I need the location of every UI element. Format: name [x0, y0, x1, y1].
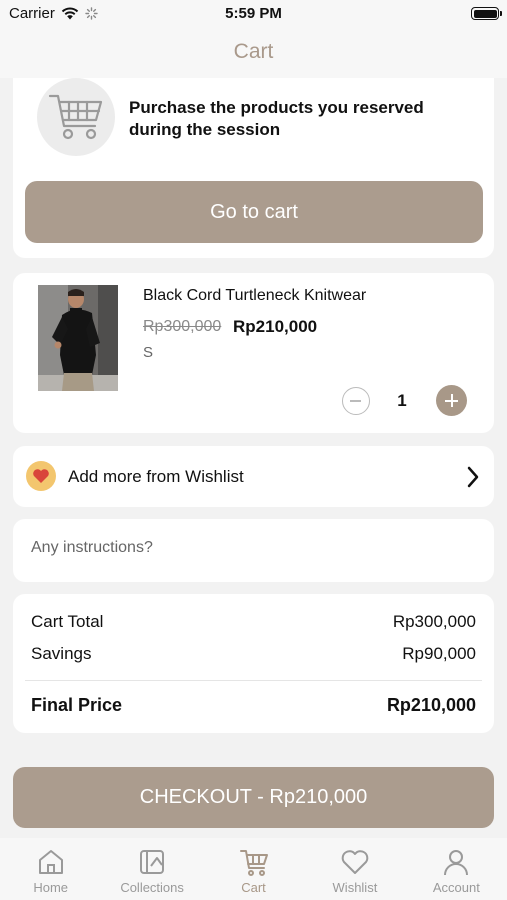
add-from-wishlist-row[interactable]: Add more from Wishlist — [13, 446, 494, 507]
cart-icon — [239, 850, 268, 876]
tab-bar: Home Collections Cart Wishlist Account — [0, 838, 507, 900]
person-icon — [444, 850, 469, 876]
collections-icon — [140, 850, 165, 874]
page-title: Cart — [233, 40, 274, 63]
final-price-value: Rp210,000 — [386, 695, 476, 715]
divider — [25, 680, 482, 681]
product-image[interactable] — [38, 285, 118, 391]
chevron-right-icon — [467, 466, 479, 488]
cart-total-row: Cart Total Rp300,000 — [31, 612, 476, 632]
product-size: S — [143, 344, 154, 361]
status-time: 5:59 PM — [225, 5, 282, 22]
tab-cart-label: Cart — [241, 880, 266, 895]
cart-total-label: Cart Total — [31, 612, 104, 631]
final-price-label: Final Price — [31, 695, 123, 715]
tab-account[interactable]: Account — [406, 838, 507, 900]
go-to-cart-button[interactable]: Go to cart — [25, 181, 483, 243]
tab-collections-label: Collections — [120, 880, 184, 895]
tab-home-label: Home — [33, 880, 69, 895]
price-summary: Cart Total Rp300,000 Savings Rp90,000 Fi… — [13, 594, 494, 733]
tab-collections[interactable]: Collections — [101, 838, 202, 900]
home-icon — [38, 850, 63, 874]
reserve-card: Purchase the products you reserved durin… — [13, 78, 494, 258]
wishlist-label: Add more from Wishlist — [68, 467, 244, 486]
status-bar: Carrier 5:59 PM — [0, 0, 507, 28]
tab-account-label: Account — [432, 880, 480, 895]
tab-wishlist[interactable]: Wishlist — [304, 838, 405, 900]
tab-home[interactable]: Home — [0, 838, 101, 900]
product-name[interactable]: Black Cord Turtleneck Knitwear — [143, 287, 366, 305]
cart-illustration-icon — [37, 78, 115, 156]
final-price-row: Final Price Rp210,000 — [31, 695, 476, 716]
tab-cart[interactable]: Cart — [203, 838, 304, 900]
cart-item-card: Black Cord Turtleneck Knitwear Rp300,000… — [13, 273, 494, 433]
savings-value: Rp90,000 — [402, 644, 476, 663]
reserve-message: Purchase the products you reserved durin… — [129, 98, 424, 139]
battery-icon — [471, 7, 502, 20]
sale-price: Rp210,000 — [233, 317, 318, 336]
savings-row: Savings Rp90,000 — [31, 644, 476, 664]
savings-label: Savings — [31, 644, 92, 663]
checkout-button[interactable]: CHECKOUT - Rp210,000 — [13, 767, 494, 828]
instructions-card — [13, 519, 494, 582]
quantity-value: 1 — [397, 391, 407, 410]
cart-total-value: Rp300,000 — [392, 612, 476, 631]
nav-bar: Cart — [0, 28, 507, 78]
heart-icon — [26, 461, 56, 491]
original-price: Rp300,000 — [143, 318, 222, 335]
increase-quantity-button[interactable] — [436, 385, 467, 416]
tab-wishlist-label: Wishlist — [332, 880, 378, 895]
decrease-quantity-button[interactable] — [342, 387, 370, 415]
instructions-input[interactable] — [31, 539, 471, 557]
heart-icon — [341, 850, 369, 874]
